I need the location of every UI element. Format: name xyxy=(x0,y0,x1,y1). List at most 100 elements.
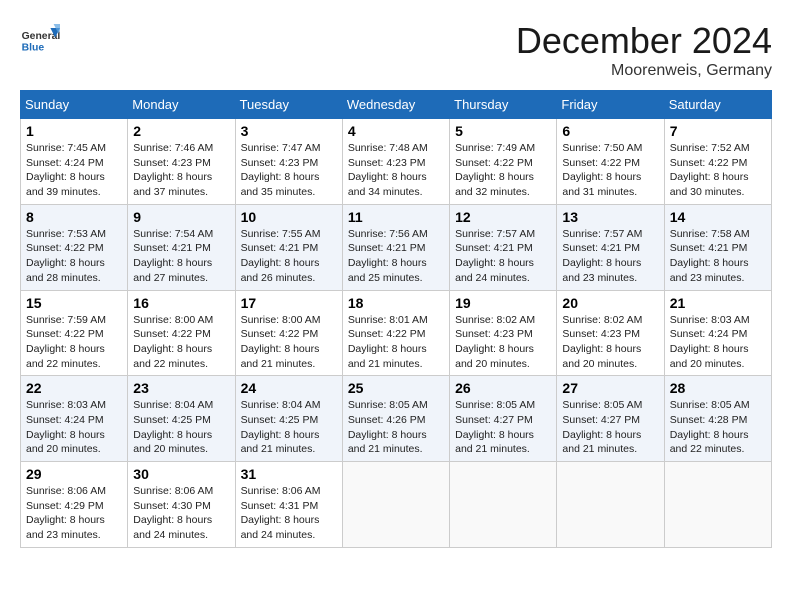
calendar-cell: 17 Sunrise: 8:00 AMSunset: 4:22 PMDayligh… xyxy=(235,290,342,376)
day-info: Sunrise: 8:03 AMSunset: 4:24 PMDaylight:… xyxy=(26,398,122,457)
calendar-cell: 2 Sunrise: 7:46 AMSunset: 4:23 PMDaylight… xyxy=(128,119,235,205)
header-cell-monday: Monday xyxy=(128,91,235,119)
day-info: Sunrise: 8:03 AMSunset: 4:24 PMDaylight:… xyxy=(670,313,766,372)
calendar-cell: 15 Sunrise: 7:59 AMSunset: 4:22 PMDayligh… xyxy=(21,290,128,376)
day-info: Sunrise: 7:53 AMSunset: 4:22 PMDaylight:… xyxy=(26,227,122,286)
day-number: 28 xyxy=(670,380,766,396)
day-number: 8 xyxy=(26,209,122,225)
calendar-cell xyxy=(557,462,664,548)
location-title: Moorenweis, Germany xyxy=(516,62,772,80)
calendar-cell: 29 Sunrise: 8:06 AMSunset: 4:29 PMDayligh… xyxy=(21,462,128,548)
day-number: 25 xyxy=(348,380,444,396)
calendar-cell: 14 Sunrise: 7:58 AMSunset: 4:21 PMDayligh… xyxy=(664,204,771,290)
day-info: Sunrise: 7:55 AMSunset: 4:21 PMDaylight:… xyxy=(241,227,337,286)
day-number: 19 xyxy=(455,295,551,311)
calendar-week-row: 8 Sunrise: 7:53 AMSunset: 4:22 PMDaylight… xyxy=(21,204,772,290)
day-info: Sunrise: 7:57 AMSunset: 4:21 PMDaylight:… xyxy=(562,227,658,286)
day-info: Sunrise: 7:56 AMSunset: 4:21 PMDaylight:… xyxy=(348,227,444,286)
day-number: 11 xyxy=(348,209,444,225)
day-info: Sunrise: 8:05 AMSunset: 4:26 PMDaylight:… xyxy=(348,398,444,457)
day-number: 23 xyxy=(133,380,229,396)
calendar-cell: 6 Sunrise: 7:50 AMSunset: 4:22 PMDaylight… xyxy=(557,119,664,205)
page-header: General Blue December 2024 Moorenweis, G… xyxy=(20,20,772,80)
month-title: December 2024 xyxy=(516,20,772,62)
day-number: 18 xyxy=(348,295,444,311)
header-cell-tuesday: Tuesday xyxy=(235,91,342,119)
day-number: 17 xyxy=(241,295,337,311)
calendar-cell: 25 Sunrise: 8:05 AMSunset: 4:26 PMDayligh… xyxy=(342,376,449,462)
calendar-cell: 22 Sunrise: 8:03 AMSunset: 4:24 PMDayligh… xyxy=(21,376,128,462)
day-number: 13 xyxy=(562,209,658,225)
day-number: 29 xyxy=(26,466,122,482)
calendar-cell: 19 Sunrise: 8:02 AMSunset: 4:23 PMDayligh… xyxy=(450,290,557,376)
calendar-week-row: 29 Sunrise: 8:06 AMSunset: 4:29 PMDayligh… xyxy=(21,462,772,548)
day-number: 21 xyxy=(670,295,766,311)
header-cell-saturday: Saturday xyxy=(664,91,771,119)
logo: General Blue xyxy=(20,20,60,60)
calendar-cell: 11 Sunrise: 7:56 AMSunset: 4:21 PMDayligh… xyxy=(342,204,449,290)
day-number: 3 xyxy=(241,123,337,139)
header-cell-friday: Friday xyxy=(557,91,664,119)
day-info: Sunrise: 8:01 AMSunset: 4:22 PMDaylight:… xyxy=(348,313,444,372)
calendar-cell: 31Sunrise: 8:06 AMSunset: 4:31 PMDayligh… xyxy=(235,462,342,548)
calendar-cell: 28 Sunrise: 8:05 AMSunset: 4:28 PMDayligh… xyxy=(664,376,771,462)
calendar-week-row: 15 Sunrise: 7:59 AMSunset: 4:22 PMDayligh… xyxy=(21,290,772,376)
day-info: Sunrise: 8:05 AMSunset: 4:27 PMDaylight:… xyxy=(455,398,551,457)
title-area: December 2024 Moorenweis, Germany xyxy=(516,20,772,80)
calendar-cell: 16Sunrise: 8:00 AMSunset: 4:22 PMDayligh… xyxy=(128,290,235,376)
calendar-cell: 10 Sunrise: 7:55 AMSunset: 4:21 PMDayligh… xyxy=(235,204,342,290)
day-number: 16 xyxy=(133,295,229,311)
day-number: 12 xyxy=(455,209,551,225)
day-info: Sunrise: 7:46 AMSunset: 4:23 PMDaylight:… xyxy=(133,141,229,200)
calendar-cell: 8 Sunrise: 7:53 AMSunset: 4:22 PMDaylight… xyxy=(21,204,128,290)
calendar-cell: 3 Sunrise: 7:47 AMSunset: 4:23 PMDaylight… xyxy=(235,119,342,205)
calendar-cell: 1 Sunrise: 7:45 AMSunset: 4:24 PMDaylight… xyxy=(21,119,128,205)
day-number: 27 xyxy=(562,380,658,396)
day-info: Sunrise: 8:05 AMSunset: 4:28 PMDaylight:… xyxy=(670,398,766,457)
calendar-header-row: SundayMondayTuesdayWednesdayThursdayFrid… xyxy=(21,91,772,119)
day-info: Sunrise: 8:02 AMSunset: 4:23 PMDaylight:… xyxy=(455,313,551,372)
day-number: 31 xyxy=(241,466,337,482)
calendar-cell: 7Sunrise: 7:52 AMSunset: 4:22 PMDaylight… xyxy=(664,119,771,205)
calendar-cell: 26 Sunrise: 8:05 AMSunset: 4:27 PMDayligh… xyxy=(450,376,557,462)
day-number: 9 xyxy=(133,209,229,225)
day-number: 2 xyxy=(133,123,229,139)
day-number: 1 xyxy=(26,123,122,139)
day-number: 4 xyxy=(348,123,444,139)
day-info: Sunrise: 7:47 AMSunset: 4:23 PMDaylight:… xyxy=(241,141,337,200)
day-info: Sunrise: 8:04 AMSunset: 4:25 PMDaylight:… xyxy=(241,398,337,457)
day-number: 10 xyxy=(241,209,337,225)
calendar-cell: 27Sunrise: 8:05 AMSunset: 4:27 PMDayligh… xyxy=(557,376,664,462)
day-number: 22 xyxy=(26,380,122,396)
header-cell-wednesday: Wednesday xyxy=(342,91,449,119)
calendar-table: SundayMondayTuesdayWednesdayThursdayFrid… xyxy=(20,90,772,548)
calendar-cell: 4Sunrise: 7:48 AMSunset: 4:23 PMDaylight… xyxy=(342,119,449,205)
day-info: Sunrise: 8:04 AMSunset: 4:25 PMDaylight:… xyxy=(133,398,229,457)
day-number: 26 xyxy=(455,380,551,396)
day-info: Sunrise: 8:00 AMSunset: 4:22 PMDaylight:… xyxy=(241,313,337,372)
day-info: Sunrise: 8:06 AMSunset: 4:29 PMDaylight:… xyxy=(26,484,122,543)
day-info: Sunrise: 7:59 AMSunset: 4:22 PMDaylight:… xyxy=(26,313,122,372)
calendar-cell: 18 Sunrise: 8:01 AMSunset: 4:22 PMDayligh… xyxy=(342,290,449,376)
calendar-cell: 5Sunrise: 7:49 AMSunset: 4:22 PMDaylight… xyxy=(450,119,557,205)
day-info: Sunrise: 7:54 AMSunset: 4:21 PMDaylight:… xyxy=(133,227,229,286)
day-info: Sunrise: 7:57 AMSunset: 4:21 PMDaylight:… xyxy=(455,227,551,286)
calendar-week-row: 22 Sunrise: 8:03 AMSunset: 4:24 PMDayligh… xyxy=(21,376,772,462)
calendar-cell: 21 Sunrise: 8:03 AMSunset: 4:24 PMDayligh… xyxy=(664,290,771,376)
day-number: 14 xyxy=(670,209,766,225)
day-info: Sunrise: 7:45 AMSunset: 4:24 PMDaylight:… xyxy=(26,141,122,200)
day-info: Sunrise: 7:50 AMSunset: 4:22 PMDaylight:… xyxy=(562,141,658,200)
logo-icon: General Blue xyxy=(20,20,60,60)
day-number: 6 xyxy=(562,123,658,139)
calendar-cell xyxy=(450,462,557,548)
day-info: Sunrise: 7:58 AMSunset: 4:21 PMDaylight:… xyxy=(670,227,766,286)
day-number: 24 xyxy=(241,380,337,396)
day-number: 7 xyxy=(670,123,766,139)
calendar-cell: 9 Sunrise: 7:54 AMSunset: 4:21 PMDaylight… xyxy=(128,204,235,290)
day-info: Sunrise: 8:02 AMSunset: 4:23 PMDaylight:… xyxy=(562,313,658,372)
svg-text:Blue: Blue xyxy=(22,42,45,53)
day-number: 15 xyxy=(26,295,122,311)
calendar-cell: 30Sunrise: 8:06 AMSunset: 4:30 PMDayligh… xyxy=(128,462,235,548)
day-info: Sunrise: 7:49 AMSunset: 4:22 PMDaylight:… xyxy=(455,141,551,200)
calendar-cell: 20Sunrise: 8:02 AMSunset: 4:23 PMDayligh… xyxy=(557,290,664,376)
